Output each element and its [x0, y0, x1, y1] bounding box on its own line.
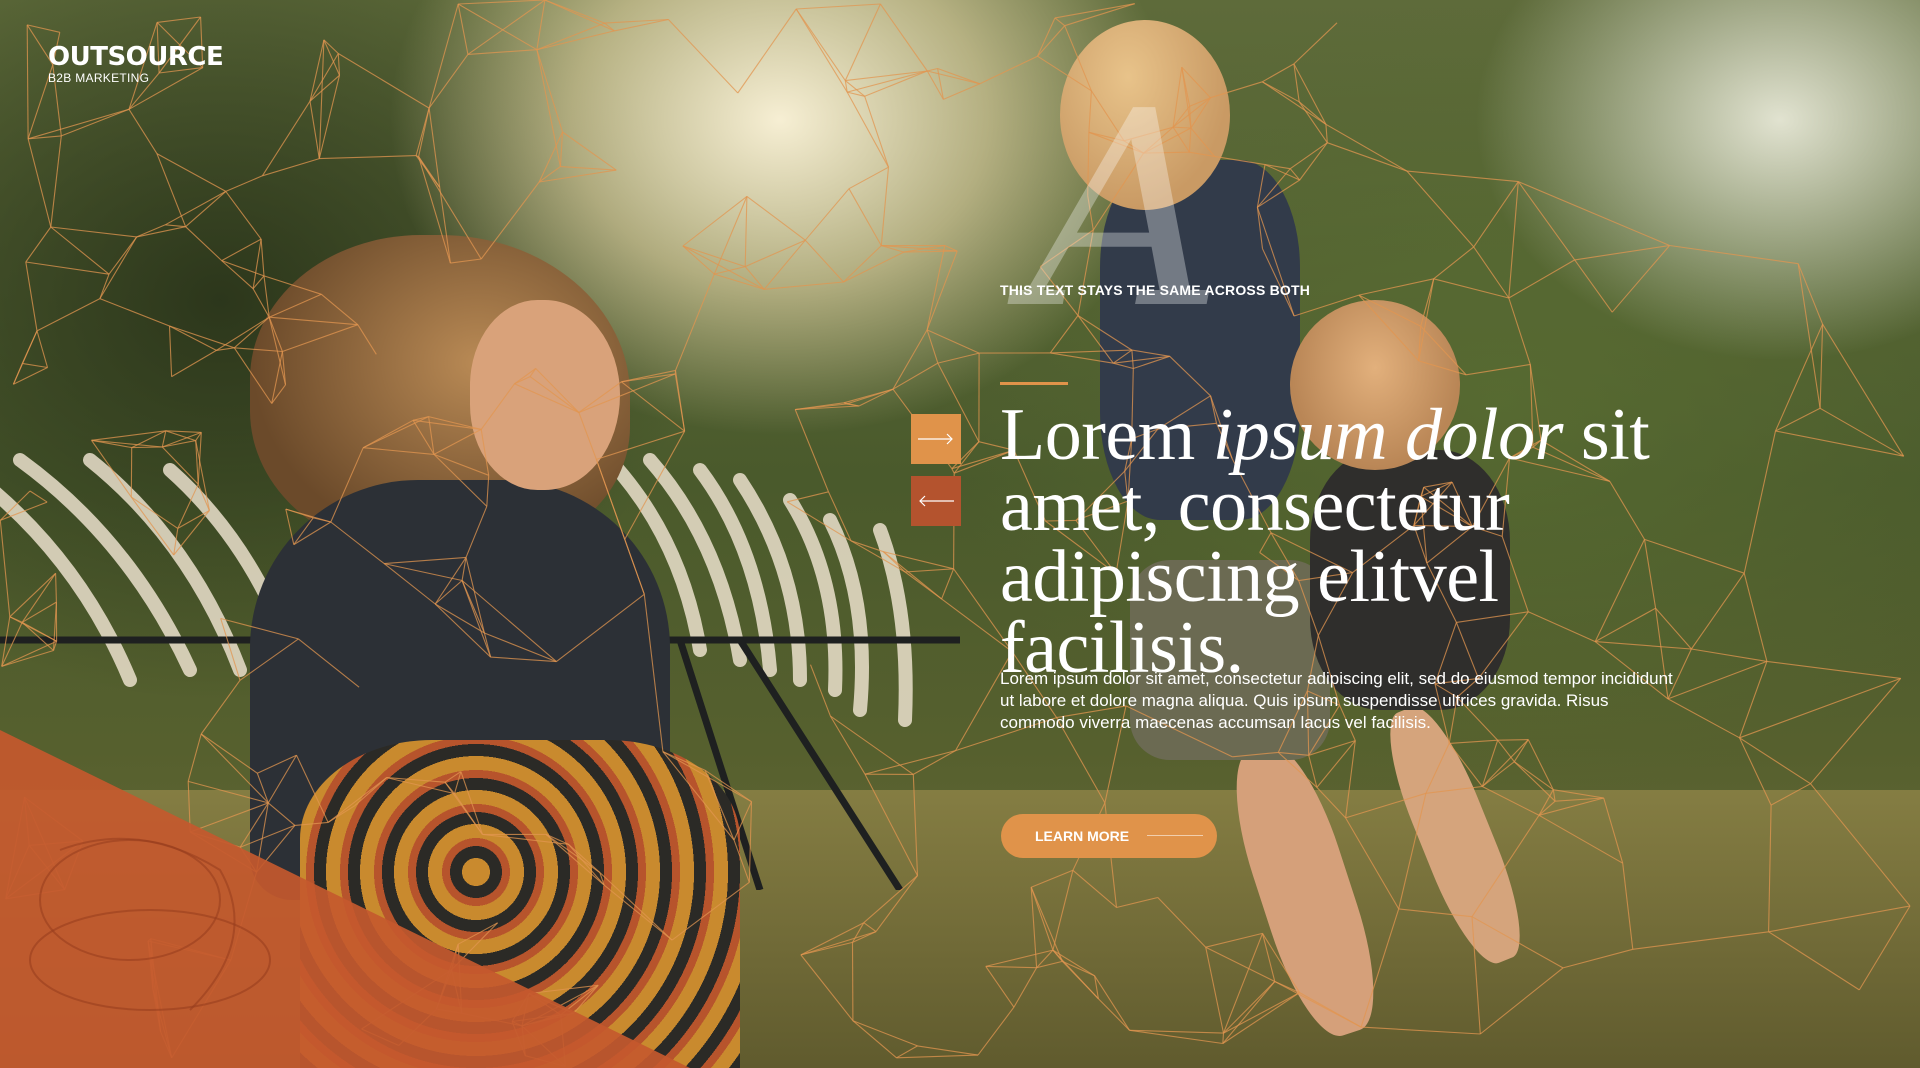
hero-headline: Lorem ipsum dolor sit amet, consectetur …	[1000, 398, 1760, 685]
learn-more-button[interactable]: LEARN MORE	[1001, 814, 1217, 858]
eyebrow-text: THIS TEXT STAYS THE SAME ACROSS BOTH	[1000, 282, 1311, 298]
headline-part-1: Lorem	[1000, 394, 1213, 476]
brand-tagline: B2B MARKETING	[48, 71, 150, 85]
brand-name: OUTSOURCE	[48, 42, 224, 72]
brand-logo[interactable]: OUTSOURCE B2B MARKETING	[48, 42, 224, 85]
hero-body-text: Lorem ipsum dolor sit amet, consectetur …	[1000, 669, 1673, 732]
accent-rule	[1000, 382, 1068, 385]
cta-line-decoration	[1147, 835, 1203, 836]
decorative-letter: A	[1028, 53, 1223, 368]
next-slide-button[interactable]	[911, 414, 961, 464]
previous-slide-button[interactable]	[911, 476, 961, 526]
learn-more-label: LEARN MORE	[1035, 828, 1130, 844]
arrow-left-icon	[919, 495, 954, 507]
headline-italic: ipsum dolor	[1212, 394, 1564, 476]
arrow-right-icon	[918, 433, 953, 445]
